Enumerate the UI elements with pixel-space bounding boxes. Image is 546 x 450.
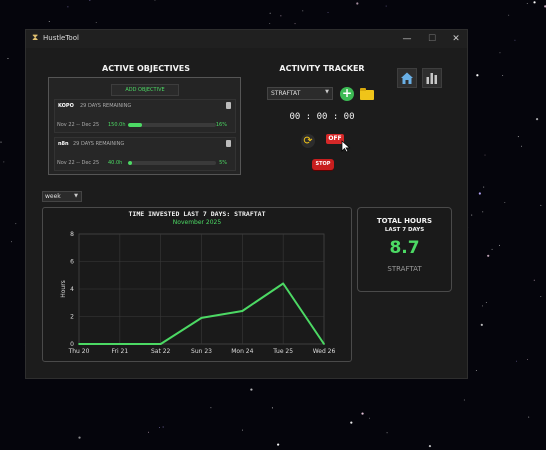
y-tick-label: 8 [70, 231, 74, 238]
bar-chart-icon [426, 73, 437, 84]
window-title: HustleTool [43, 34, 79, 42]
activity-select-value: STRAFTAT [271, 90, 301, 97]
title-bar: ⧗ HustleTool — ☐ ✕ [26, 30, 467, 48]
period-select-value: week [45, 193, 61, 200]
activity-select[interactable]: STRAFTAT ▼ [267, 87, 333, 100]
stats-button[interactable] [422, 68, 442, 88]
trash-icon[interactable] [226, 140, 231, 147]
objective-dates: Nov 22 -- Dec 25 [57, 160, 100, 166]
objective-card: n8n 29 DAYS REMAINING Nov 22 -- Dec 25 4… [54, 137, 236, 171]
trash-icon[interactable] [226, 102, 231, 109]
data-point [118, 343, 121, 345]
objective-hours: 150.0h [108, 122, 126, 128]
x-tick-label: Thu 20 [68, 348, 90, 355]
objective-dates: Nov 22 -- Dec 25 [57, 122, 100, 128]
x-tick-label: Sat 22 [151, 348, 171, 355]
objective-card: KOPO 29 DAYS REMAINING Nov 22 -- Dec 25 … [54, 99, 236, 133]
period-select[interactable]: week ▼ [42, 191, 82, 202]
total-hours-activity: STRAFTAT [387, 265, 422, 273]
x-tick-label: Mon 24 [231, 348, 253, 355]
x-tick-label: Fri 21 [111, 348, 128, 355]
data-point [241, 310, 244, 312]
chevron-down-icon: ▼ [74, 193, 78, 199]
data-point [159, 343, 162, 345]
hourglass-icon: ⧗ [32, 33, 39, 43]
objective-name: n8n [58, 141, 69, 147]
y-axis-label: Hours [60, 280, 67, 298]
data-point [78, 343, 80, 345]
refresh-icon[interactable]: ⟳ [301, 134, 315, 148]
objective-remaining: 29 DAYS REMAINING [73, 141, 125, 147]
add-objective-button[interactable]: ADD OBJECTIVE [111, 84, 179, 96]
progress-fill [128, 123, 143, 127]
chevron-down-icon: ▼ [325, 89, 329, 95]
total-hours-panel: TOTAL HOURS LAST 7 DAYS 8.7 STRAFTAT [357, 207, 452, 292]
objective-percent: 16% [215, 122, 227, 128]
objective-percent: 5% [219, 160, 227, 166]
y-tick-label: 4 [70, 286, 74, 293]
line-chart: 0 2 4 6 8 Thu 20 Fri 21 Sat 22 Sun 23 Mon 24 Tue 2… [60, 231, 336, 355]
mouse-cursor-icon [341, 140, 351, 153]
x-tick-label: Sun 23 [191, 348, 212, 355]
timer-display: 00 : 00 : 00 [289, 112, 355, 122]
data-point [200, 316, 203, 319]
x-tick-label: Wed 26 [313, 348, 336, 355]
maximize-button[interactable]: ☐ [421, 32, 443, 46]
stop-button[interactable]: STOP [312, 159, 334, 170]
y-tick-label: 2 [70, 314, 74, 321]
objectives-heading: ACTIVE OBJECTIVES [102, 64, 190, 73]
progress-bar [128, 161, 216, 165]
objective-hours: 40.0h [108, 160, 123, 166]
data-point [282, 282, 285, 285]
total-hours-subtitle: LAST 7 DAYS [384, 227, 425, 233]
folder-icon[interactable] [360, 88, 374, 100]
close-button[interactable]: ✕ [445, 32, 467, 46]
x-tick-label: Tue 25 [272, 348, 293, 355]
objective-remaining: 29 DAYS REMAINING [80, 103, 132, 109]
y-tick-label: 6 [70, 259, 74, 266]
y-tick-label: 0 [70, 341, 74, 348]
minimize-button[interactable]: — [396, 32, 418, 46]
add-activity-button[interactable]: + [340, 87, 354, 101]
progress-fill [128, 161, 133, 165]
tracker-heading: ACTIVITY TRACKER [279, 64, 365, 73]
app-window: ⧗ HustleTool — ☐ ✕ ACTIVE OBJECTIVES ADD… [25, 29, 468, 379]
total-hours-title: TOTAL HOURS [376, 217, 433, 225]
data-point [323, 343, 325, 345]
progress-bar [128, 123, 216, 127]
objectives-panel: ADD OBJECTIVE KOPO 29 DAYS REMAINING Nov… [48, 77, 241, 175]
total-hours-value: 8.7 [389, 238, 420, 258]
home-button[interactable] [397, 68, 417, 88]
home-icon [401, 72, 413, 84]
objective-name: KOPO [58, 103, 74, 109]
chart-panel: TIME INVESTED LAST 7 DAYS: STRAFTAT Nove… [42, 207, 352, 362]
